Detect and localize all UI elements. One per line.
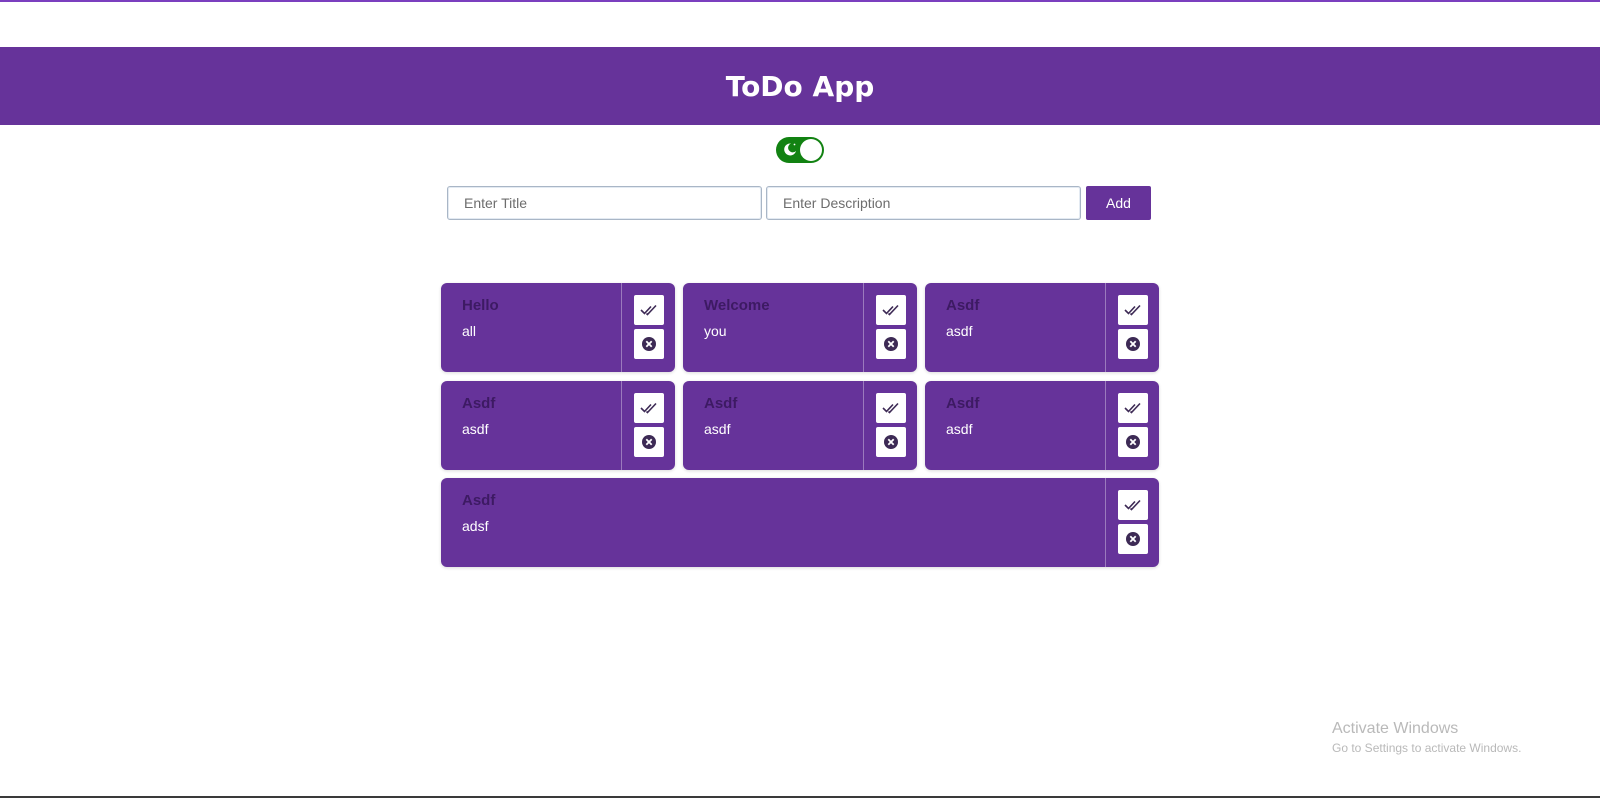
- todo-actions: [621, 381, 675, 470]
- double-check-icon: [1124, 499, 1141, 511]
- todo-title: Asdf: [462, 492, 496, 509]
- description-input[interactable]: [766, 186, 1081, 220]
- mark-done-button[interactable]: [634, 393, 664, 423]
- watermark-title: Activate Windows: [1332, 720, 1459, 737]
- todo-description: asdf: [704, 421, 731, 437]
- app-header: ToDo App: [0, 47, 1600, 125]
- title-input[interactable]: [447, 186, 762, 220]
- mark-done-button[interactable]: [634, 295, 664, 325]
- todo-title: Welcome: [704, 297, 770, 314]
- close-circle-icon: [1126, 435, 1140, 449]
- todo-card: Welcome you: [683, 283, 917, 372]
- moon-icon: [782, 141, 800, 159]
- close-circle-icon: [642, 435, 656, 449]
- add-button[interactable]: Add: [1086, 186, 1151, 220]
- todo-card: Asdf asdf: [925, 381, 1159, 470]
- close-circle-icon: [642, 337, 656, 351]
- todo-actions: [1105, 381, 1159, 470]
- double-check-icon: [882, 304, 899, 316]
- todo-description: asdf: [462, 421, 489, 437]
- close-circle-icon: [1126, 532, 1140, 546]
- delete-button[interactable]: [1118, 524, 1148, 554]
- todo-title: Hello: [462, 297, 499, 314]
- double-check-icon: [640, 304, 657, 316]
- delete-button[interactable]: [876, 329, 906, 359]
- delete-button[interactable]: [876, 427, 906, 457]
- todo-title: Asdf: [946, 297, 980, 314]
- mark-done-button[interactable]: [876, 393, 906, 423]
- double-check-icon: [1124, 402, 1141, 414]
- theme-toggle[interactable]: [776, 137, 824, 163]
- page-title: ToDo App: [725, 69, 875, 103]
- todo-actions: [1105, 478, 1159, 567]
- close-circle-icon: [1126, 337, 1140, 351]
- todo-card: Asdf asdf: [683, 381, 917, 470]
- todo-title: Asdf: [704, 395, 738, 412]
- todo-description: adsf: [462, 518, 489, 534]
- todo-description: asdf: [946, 421, 973, 437]
- todo-card: Asdf adsf: [441, 478, 1159, 567]
- delete-button[interactable]: [1118, 427, 1148, 457]
- double-check-icon: [640, 402, 657, 414]
- mark-done-button[interactable]: [1118, 393, 1148, 423]
- mark-done-button[interactable]: [1118, 295, 1148, 325]
- top-border: [0, 0, 1600, 2]
- watermark-subtitle: Go to Settings to activate Windows.: [1332, 741, 1522, 755]
- todo-description: you: [704, 323, 727, 339]
- delete-button[interactable]: [634, 427, 664, 457]
- todo-card: Asdf asdf: [925, 283, 1159, 372]
- double-check-icon: [882, 402, 899, 414]
- delete-button[interactable]: [634, 329, 664, 359]
- todo-actions: [863, 283, 917, 372]
- todo-card: Asdf asdf: [441, 381, 675, 470]
- todo-actions: [621, 283, 675, 372]
- mark-done-button[interactable]: [876, 295, 906, 325]
- mark-done-button[interactable]: [1118, 490, 1148, 520]
- todo-description: all: [462, 323, 477, 339]
- todo-actions: [863, 381, 917, 470]
- toggle-knob: [800, 139, 822, 161]
- todo-title: Asdf: [946, 395, 980, 412]
- double-check-icon: [1124, 304, 1141, 316]
- todo-actions: [1105, 283, 1159, 372]
- todo-title: Asdf: [462, 395, 496, 412]
- activate-windows-watermark: Activate Windows Go to Settings to activ…: [1332, 720, 1521, 755]
- todo-description: asdf: [946, 323, 973, 339]
- close-circle-icon: [884, 435, 898, 449]
- delete-button[interactable]: [1118, 329, 1148, 359]
- todo-card: Hello all: [441, 283, 675, 372]
- close-circle-icon: [884, 337, 898, 351]
